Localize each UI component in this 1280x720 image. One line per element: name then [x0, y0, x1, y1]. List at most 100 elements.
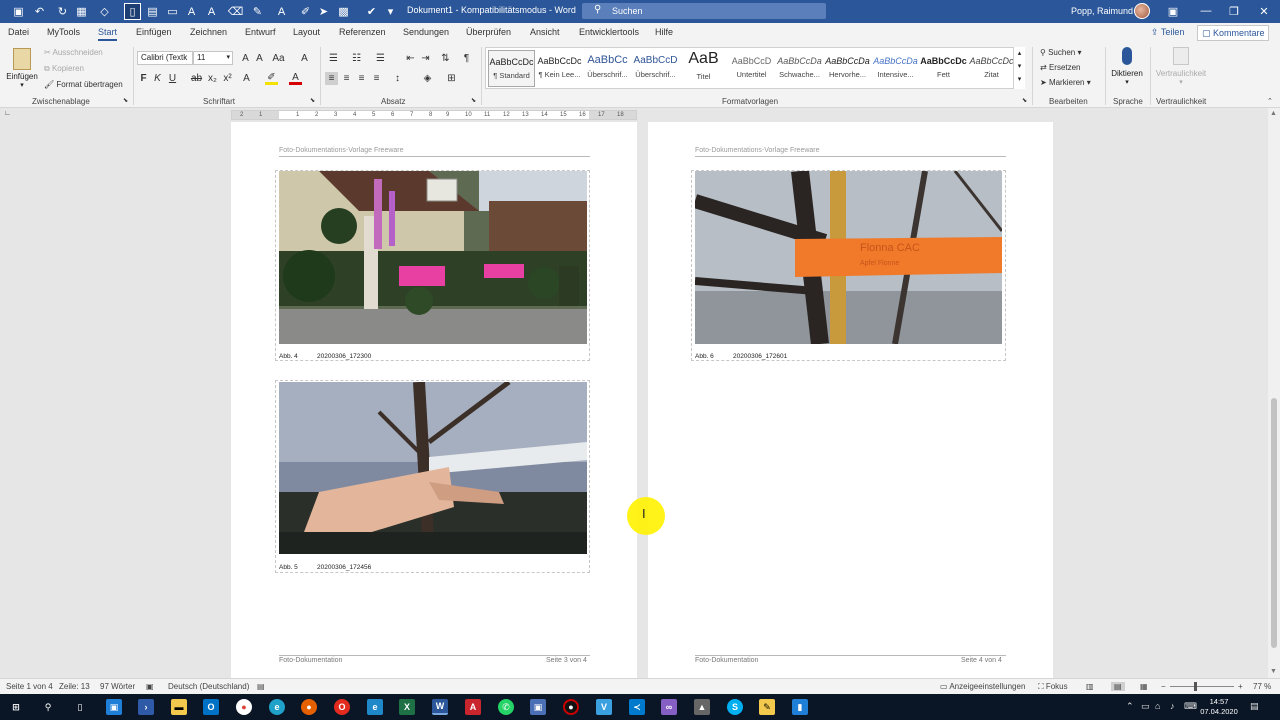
- shrink-font-icon[interactable]: A: [253, 52, 266, 65]
- tab-referenzen[interactable]: Referenzen: [339, 27, 386, 37]
- display-settings-button[interactable]: ▭ Anzeigeeinstellungen: [940, 682, 1025, 691]
- shapes-icon[interactable]: ◇: [97, 4, 112, 19]
- zoom-level[interactable]: 77 %: [1253, 682, 1271, 691]
- bold-icon[interactable]: F: [137, 72, 150, 85]
- font-color-icon[interactable]: A: [289, 72, 302, 85]
- tab-ansicht[interactable]: Ansicht: [530, 27, 560, 37]
- excel-icon[interactable]: X: [399, 699, 415, 715]
- photo-garden[interactable]: [279, 171, 587, 344]
- zoom-slider-thumb[interactable]: [1194, 682, 1197, 691]
- zoom-in-icon[interactable]: +: [1238, 682, 1243, 691]
- avatar[interactable]: [1134, 3, 1150, 19]
- focus-button[interactable]: ⛶ Fokus: [1038, 682, 1068, 692]
- document-canvas[interactable]: Foto-Dokumentations-Vorlage Freeware Abb…: [0, 122, 1268, 678]
- check-icon[interactable]: ✔: [364, 4, 379, 19]
- photo-orange-tag[interactable]: Flonna CAC Apfel Flonne: [695, 171, 1002, 344]
- firefox-icon[interactable]: ●: [301, 699, 317, 715]
- font-size-combo[interactable]: 11 ▾: [193, 51, 233, 65]
- pilcrow-icon[interactable]: ¶: [460, 52, 473, 65]
- tab-entwurf[interactable]: Entwurf: [245, 27, 276, 37]
- close-icon[interactable]: ✕: [1254, 2, 1274, 20]
- style-standard[interactable]: AaBbCcDc ¶ Standard: [488, 50, 535, 87]
- decrease-indent-icon[interactable]: ⇤: [404, 52, 417, 65]
- restore-icon[interactable]: ❐: [1224, 2, 1244, 20]
- rectangle-icon[interactable]: ▭: [165, 4, 180, 19]
- tab-start[interactable]: Start: [98, 27, 118, 41]
- text-effects-icon[interactable]: A: [240, 72, 253, 85]
- tab-mytools[interactable]: MyTools: [47, 27, 80, 37]
- style-subtitle[interactable]: AaBbCcD Untertitel: [728, 50, 775, 87]
- remote-desktop-icon[interactable]: ▣: [106, 699, 122, 715]
- dialog-launcher-icon[interactable]: ⬊: [310, 97, 315, 104]
- outlook-icon[interactable]: O: [203, 699, 219, 715]
- zoom-slider[interactable]: [1170, 686, 1234, 687]
- notes-icon[interactable]: ✎: [759, 699, 775, 715]
- align-right-icon[interactable]: ≡: [355, 72, 368, 85]
- borders-icon[interactable]: ⊞: [445, 72, 458, 85]
- notifications-icon[interactable]: ▤: [1250, 701, 1259, 712]
- tab-hilfe[interactable]: Hilfe: [655, 27, 673, 37]
- tab-selector-icon[interactable]: ∟: [4, 110, 13, 119]
- dialog-launcher-icon[interactable]: ⬊: [123, 97, 128, 104]
- increase-indent-icon[interactable]: ⇥: [419, 52, 432, 65]
- status-line[interactable]: Zeile: 13: [59, 682, 90, 691]
- skype-icon[interactable]: S: [727, 699, 743, 715]
- table-icon[interactable]: ▦: [74, 4, 89, 19]
- line-spacing-icon[interactable]: ↕: [391, 72, 404, 85]
- italic-icon[interactable]: K: [151, 72, 164, 85]
- print-layout-icon[interactable]: ▤: [1111, 682, 1125, 691]
- align-center-icon[interactable]: ≡: [340, 72, 353, 85]
- page-4[interactable]: Foto-Dokumentations-Vorlage Freeware Flo…: [648, 122, 1053, 678]
- tab-datei[interactable]: Datei: [8, 27, 29, 37]
- tab-entwicklertools[interactable]: Entwicklertools: [579, 27, 639, 37]
- style-title[interactable]: AaB Titel: [680, 50, 727, 87]
- tab-sendungen[interactable]: Sendungen: [403, 27, 449, 37]
- cut-button[interactable]: ✂ Ausschneiden: [44, 48, 103, 57]
- find-button[interactable]: ⚲ Suchen ▾: [1040, 48, 1081, 57]
- highlight-color-icon[interactable]: ✐: [265, 72, 278, 85]
- visio-icon[interactable]: V: [596, 699, 612, 715]
- more-styles-icon[interactable]: ▾: [1014, 73, 1025, 86]
- tray-app-icon[interactable]: ▭: [1141, 701, 1150, 712]
- edit-icon[interactable]: ✎: [250, 4, 265, 19]
- chevron-down-icon[interactable]: ▾: [1014, 60, 1025, 73]
- system-clock[interactable]: 14:57 07.04.2020: [1197, 697, 1241, 717]
- chevron-up-icon[interactable]: ▴: [1014, 47, 1025, 60]
- page-icon[interactable]: ▤: [145, 4, 160, 19]
- scrollbar-thumb[interactable]: [1271, 398, 1277, 648]
- eraser-icon[interactable]: ⌫: [228, 4, 244, 19]
- numbering-icon[interactable]: ☷: [350, 52, 363, 65]
- search-box[interactable]: ⚲ Suchen: [582, 3, 826, 19]
- undo-icon[interactable]: ↶: [32, 4, 47, 19]
- replace-button[interactable]: ⇄ Ersetzen: [1040, 63, 1081, 72]
- zoom-out-icon[interactable]: −: [1161, 682, 1166, 691]
- shrink-font-icon[interactable]: A: [204, 4, 219, 19]
- tray-chevron-icon[interactable]: ⌃: [1126, 701, 1134, 712]
- status-page[interactable]: Seite 1 von 4: [6, 682, 53, 691]
- file-explorer-icon[interactable]: ▬: [171, 699, 187, 715]
- horizontal-ruler[interactable]: 2 1 1 2 3 4 5 6 7 8 9 10 11 12 13 14 15 …: [231, 110, 637, 120]
- sort-icon[interactable]: ⇅: [439, 52, 452, 65]
- proofing-icon[interactable]: ▣: [146, 682, 154, 691]
- image-icon[interactable]: ▩: [336, 4, 351, 19]
- search-icon[interactable]: ⚲: [40, 699, 56, 715]
- internet-explorer-icon[interactable]: e: [367, 699, 383, 715]
- photos-icon[interactable]: ▲: [694, 699, 710, 715]
- superscript-icon[interactable]: x²: [221, 72, 234, 85]
- font-name-combo[interactable]: Calibri (Textk: [137, 51, 193, 65]
- comments-button[interactable]: ▢ Kommentare: [1197, 25, 1269, 41]
- select-button[interactable]: ➤ Markieren ▾: [1040, 78, 1091, 87]
- windows-start-icon[interactable]: ⊞: [8, 699, 24, 715]
- subscript-icon[interactable]: x₂: [206, 72, 219, 85]
- justify-icon[interactable]: ≡: [370, 72, 383, 85]
- minimize-icon[interactable]: —: [1196, 2, 1216, 20]
- style-quote[interactable]: AaBbCcDc Zitat: [968, 50, 1015, 87]
- format-painter-button[interactable]: 🖌 Format übertragen: [44, 80, 123, 89]
- style-subtle-emphasis[interactable]: AaBbCcDa Schwache...: [776, 50, 823, 87]
- clear-format-icon[interactable]: A: [298, 52, 311, 65]
- status-language[interactable]: Deutsch (Deutschland): [168, 682, 249, 691]
- document-icon[interactable]: ▮: [792, 699, 808, 715]
- customize-qat-icon[interactable]: ▾: [383, 4, 398, 19]
- edge-icon[interactable]: e: [269, 699, 285, 715]
- underline-icon[interactable]: U: [166, 72, 179, 85]
